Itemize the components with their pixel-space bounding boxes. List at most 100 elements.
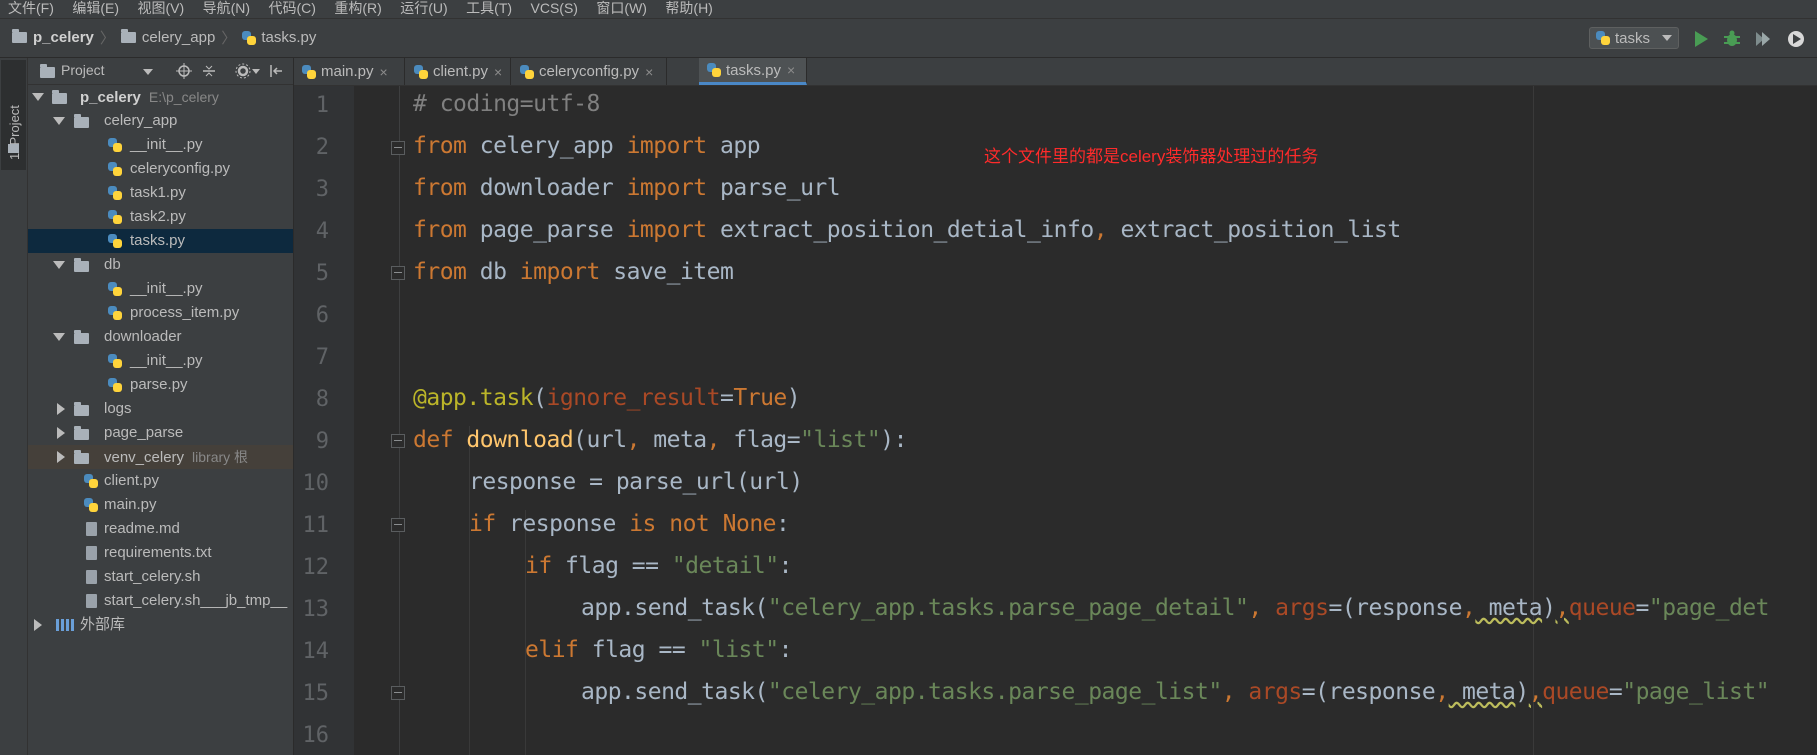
tree-item-p-celery[interactable]: p_celery E:\p_celery <box>28 85 293 109</box>
chevron-right-icon[interactable] <box>57 451 65 463</box>
tree-item-start-celery-tmp[interactable]: start_celery.sh___jb_tmp__ <box>28 589 293 613</box>
code-text: = <box>720 385 734 411</box>
tree-item-init[interactable]: __init__.py <box>28 349 293 373</box>
code-keyword: import <box>626 175 708 201</box>
close-icon[interactable]: × <box>380 64 388 80</box>
code-keyword: is not <box>629 511 710 537</box>
fold-marker[interactable] <box>391 686 405 700</box>
text-file-icon <box>86 522 97 536</box>
fold-marker[interactable] <box>391 518 405 532</box>
project-tool-window-tab[interactable]: 1: Project <box>1 60 26 170</box>
tree-item-db[interactable]: db <box>28 253 293 277</box>
code-editor[interactable]: 1 2 3 4 5 6 7 8 9 10 11 12 13 14 15 16 #… <box>294 86 1817 755</box>
locate-icon[interactable] <box>176 63 192 79</box>
tree-item-page-parse[interactable]: page_parse <box>28 421 293 445</box>
code-string: "page_det <box>1648 595 1770 621</box>
annotation-text: 这个文件里的都是celery装饰器处理过的任务 <box>984 147 1319 166</box>
chevron-down-icon[interactable] <box>53 333 65 341</box>
code-text: parse_url <box>706 175 841 201</box>
menu-edit[interactable]: 编辑(E) <box>72 1 119 15</box>
tree-item-init[interactable]: __init__.py <box>28 133 293 157</box>
breadcrumb: p_celery 〉 celery_app 〉 tasks.py <box>12 27 316 48</box>
tree-item-task2[interactable]: task2.py <box>28 205 293 229</box>
breadcrumb-project[interactable]: p_celery <box>33 29 94 46</box>
close-icon[interactable]: × <box>787 62 795 78</box>
text-file-icon <box>86 594 97 608</box>
menu-window[interactable]: 窗口(W) <box>596 1 647 15</box>
chevron-down-icon[interactable] <box>252 69 260 74</box>
tree-item-external-libraries[interactable]: 外部库 <box>28 613 293 637</box>
tab-main[interactable]: main.py × <box>294 58 405 85</box>
code-text: ) <box>1542 595 1556 621</box>
tree-item-task1[interactable]: task1.py <box>28 181 293 205</box>
project-view-selector[interactable]: Project <box>61 62 105 78</box>
menu-vcs[interactable]: VCS(S) <box>531 1 578 15</box>
chevron-down-icon[interactable] <box>32 93 44 101</box>
coverage-icon[interactable] <box>1753 29 1773 49</box>
code-punct: , <box>1435 679 1449 705</box>
gear-icon[interactable] <box>235 63 251 79</box>
menu-refactor[interactable]: 重构(R) <box>334 1 381 15</box>
code-text: ( <box>533 385 547 411</box>
tree-item-venv-celery[interactable]: venv_celery library 根 <box>28 445 293 469</box>
tree-item-requirements[interactable]: requirements.txt <box>28 541 293 565</box>
folder-icon <box>8 144 19 153</box>
tree-item-parse[interactable]: parse.py <box>28 373 293 397</box>
breadcrumb-file[interactable]: tasks.py <box>261 29 316 46</box>
code-keyword: def <box>413 427 454 453</box>
chevron-right-icon[interactable] <box>57 403 65 415</box>
python-file-icon <box>108 354 122 368</box>
menu-view[interactable]: 视图(V) <box>137 1 184 15</box>
tree-item-tasks[interactable]: tasks.py <box>28 229 293 253</box>
tree-item-main[interactable]: main.py <box>28 493 293 517</box>
chevron-right-icon[interactable] <box>57 427 65 439</box>
fold-marker[interactable] <box>391 141 405 155</box>
python-file-icon <box>1596 31 1610 45</box>
code-comment: # coding=utf-8 <box>413 91 600 117</box>
code-text: ): <box>880 427 907 453</box>
chevron-down-icon[interactable] <box>143 69 153 75</box>
tree-item-logs[interactable]: logs <box>28 397 293 421</box>
code-line-8: @app.task(ignore_result=True) <box>413 385 801 411</box>
run-configuration-select[interactable]: tasks <box>1589 27 1679 49</box>
chevron-right-icon[interactable] <box>34 619 42 631</box>
tab-tasks[interactable]: tasks.py × <box>699 58 807 85</box>
menu-navigate[interactable]: 导航(N) <box>203 1 250 15</box>
code-string: "list" <box>800 427 881 453</box>
tree-item-client[interactable]: client.py <box>28 469 293 493</box>
tree-item-start-celery[interactable]: start_celery.sh <box>28 565 293 589</box>
tree-item-celeryconfig[interactable]: celeryconfig.py <box>28 157 293 181</box>
fold-marker[interactable] <box>391 434 405 448</box>
code-text: celery_app <box>466 133 627 159</box>
chevron-down-icon[interactable] <box>53 261 65 269</box>
tree-item-init[interactable]: __init__.py <box>28 277 293 301</box>
chevron-down-icon[interactable] <box>53 117 65 125</box>
menu-tools[interactable]: 工具(T) <box>466 1 512 15</box>
menu-help[interactable]: 帮助(H) <box>665 1 712 15</box>
code-keyword: import <box>519 259 601 285</box>
fold-marker[interactable] <box>391 266 405 280</box>
tab-celeryconfig[interactable]: celeryconfig.py × <box>512 58 667 85</box>
tree-item-downloader[interactable]: downloader <box>28 325 293 349</box>
folder-icon <box>74 258 89 272</box>
close-icon[interactable]: × <box>494 64 502 80</box>
debug-icon[interactable] <box>1722 29 1742 49</box>
hide-panel-icon[interactable] <box>268 63 284 79</box>
run-icon[interactable] <box>1691 29 1711 49</box>
close-icon[interactable]: × <box>645 64 653 80</box>
tree-item-label: task2.py <box>130 208 186 225</box>
tree-item-readme[interactable]: readme.md <box>28 517 293 541</box>
code-text: save_item <box>599 259 734 285</box>
breadcrumb-folder[interactable]: celery_app <box>142 29 215 46</box>
tree-item-process-item[interactable]: process_item.py <box>28 301 293 325</box>
menu-file[interactable]: 文件(F) <box>8 1 54 15</box>
python-file-icon <box>302 64 316 79</box>
tab-client[interactable]: client.py × <box>406 58 511 85</box>
python-file-icon <box>108 162 122 176</box>
line-number: 1 <box>315 93 329 118</box>
menu-run[interactable]: 运行(U) <box>400 1 447 15</box>
profile-icon[interactable] <box>1786 29 1806 49</box>
collapse-all-icon[interactable] <box>201 63 217 79</box>
menu-code[interactable]: 代码(C) <box>268 1 315 15</box>
tree-item-celery-app[interactable]: celery_app <box>28 109 293 133</box>
